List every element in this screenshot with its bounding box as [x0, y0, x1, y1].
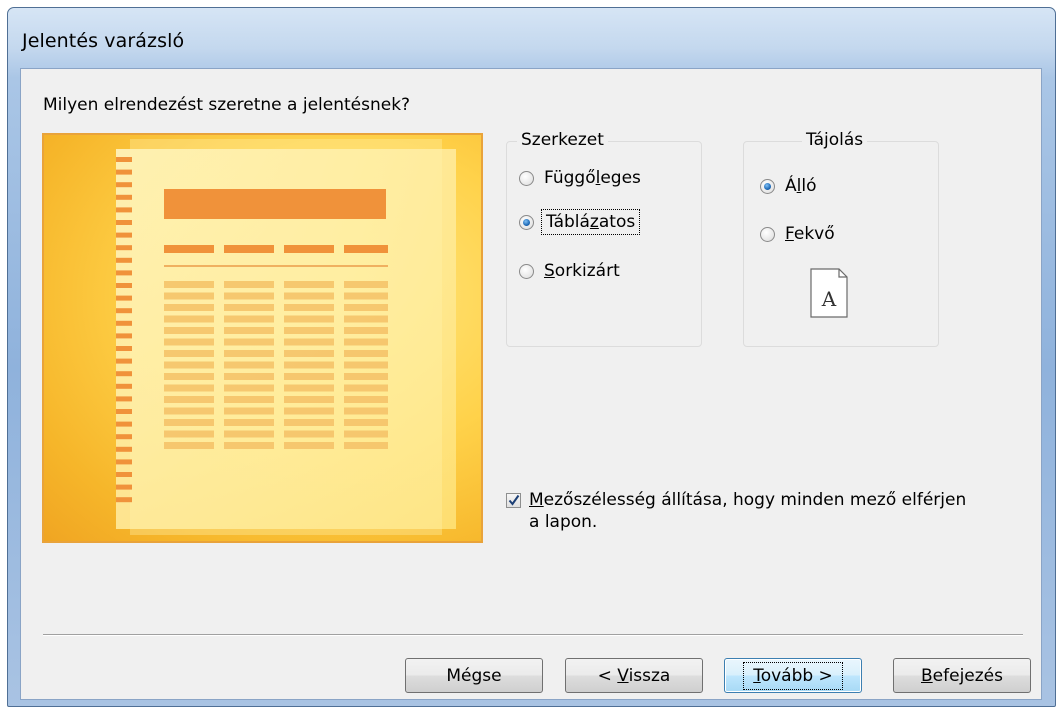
radio-justified-label: Sorkizárt	[544, 261, 620, 281]
back-button-label: < Vissza	[597, 665, 671, 686]
radio-vertical[interactable]: Függőleges	[519, 168, 641, 188]
radio-tabular-label: Táblázatos	[540, 209, 641, 235]
layout-question: Milyen elrendezést szeretne a jelentésne…	[43, 95, 411, 115]
radio-landscape[interactable]: Fekvő	[760, 224, 835, 244]
orientation-group: Tájolás Álló Fekvő A	[743, 130, 939, 347]
next-button[interactable]: Tovább >	[724, 658, 862, 693]
orientation-group-label: Tájolás	[802, 130, 868, 150]
finish-button-label: Befejezés	[921, 665, 1003, 686]
layout-group-label: Szerkezet	[517, 130, 608, 150]
tabular-report-preview-icon	[116, 139, 456, 535]
radio-vertical-label: Függőleges	[544, 168, 641, 188]
cancel-button[interactable]: Mégse	[405, 658, 543, 693]
page-icon-letter: A	[821, 287, 837, 311]
next-button-label: Tovább >	[743, 661, 843, 690]
wizard-content: Milyen elrendezést szeretne a jelentésne…	[20, 68, 1042, 700]
radio-portrait-circle[interactable]	[760, 178, 775, 194]
wizard-window: Jelentés varázsló Milyen elrendezést sze…	[7, 7, 1056, 707]
back-button[interactable]: < Vissza	[565, 658, 703, 693]
radio-portrait-label: Álló	[785, 176, 817, 196]
adjust-field-width-checkbox[interactable]	[506, 493, 521, 508]
radio-vertical-circle[interactable]	[519, 170, 534, 186]
radio-portrait[interactable]: Álló	[760, 176, 817, 196]
radio-justified-circle[interactable]	[519, 263, 534, 279]
finish-button[interactable]: Befejezés	[893, 658, 1031, 693]
title-bar[interactable]: Jelentés varázsló	[8, 8, 1055, 70]
adjust-field-width-option[interactable]: Mezőszélesség állítása, hogy minden mező…	[506, 489, 1006, 533]
radio-tabular[interactable]: Táblázatos	[519, 209, 641, 235]
window-title: Jelentés varázsló	[22, 30, 185, 52]
check-mark-icon	[508, 494, 520, 506]
layout-preview-image	[42, 133, 483, 543]
radio-landscape-circle[interactable]	[760, 226, 775, 242]
portrait-page-icon: A	[810, 268, 848, 318]
layout-group: Szerkezet Függőleges Táblázatos Sorkizár…	[506, 130, 702, 347]
adjust-field-width-label: Mezőszélesség állítása, hogy minden mező…	[529, 490, 967, 532]
radio-justified[interactable]: Sorkizárt	[519, 261, 620, 281]
cancel-button-label: Mégse	[446, 665, 502, 686]
radio-landscape-label: Fekvő	[785, 224, 835, 244]
radio-tabular-circle[interactable]	[519, 214, 534, 230]
button-separator	[43, 634, 1023, 636]
